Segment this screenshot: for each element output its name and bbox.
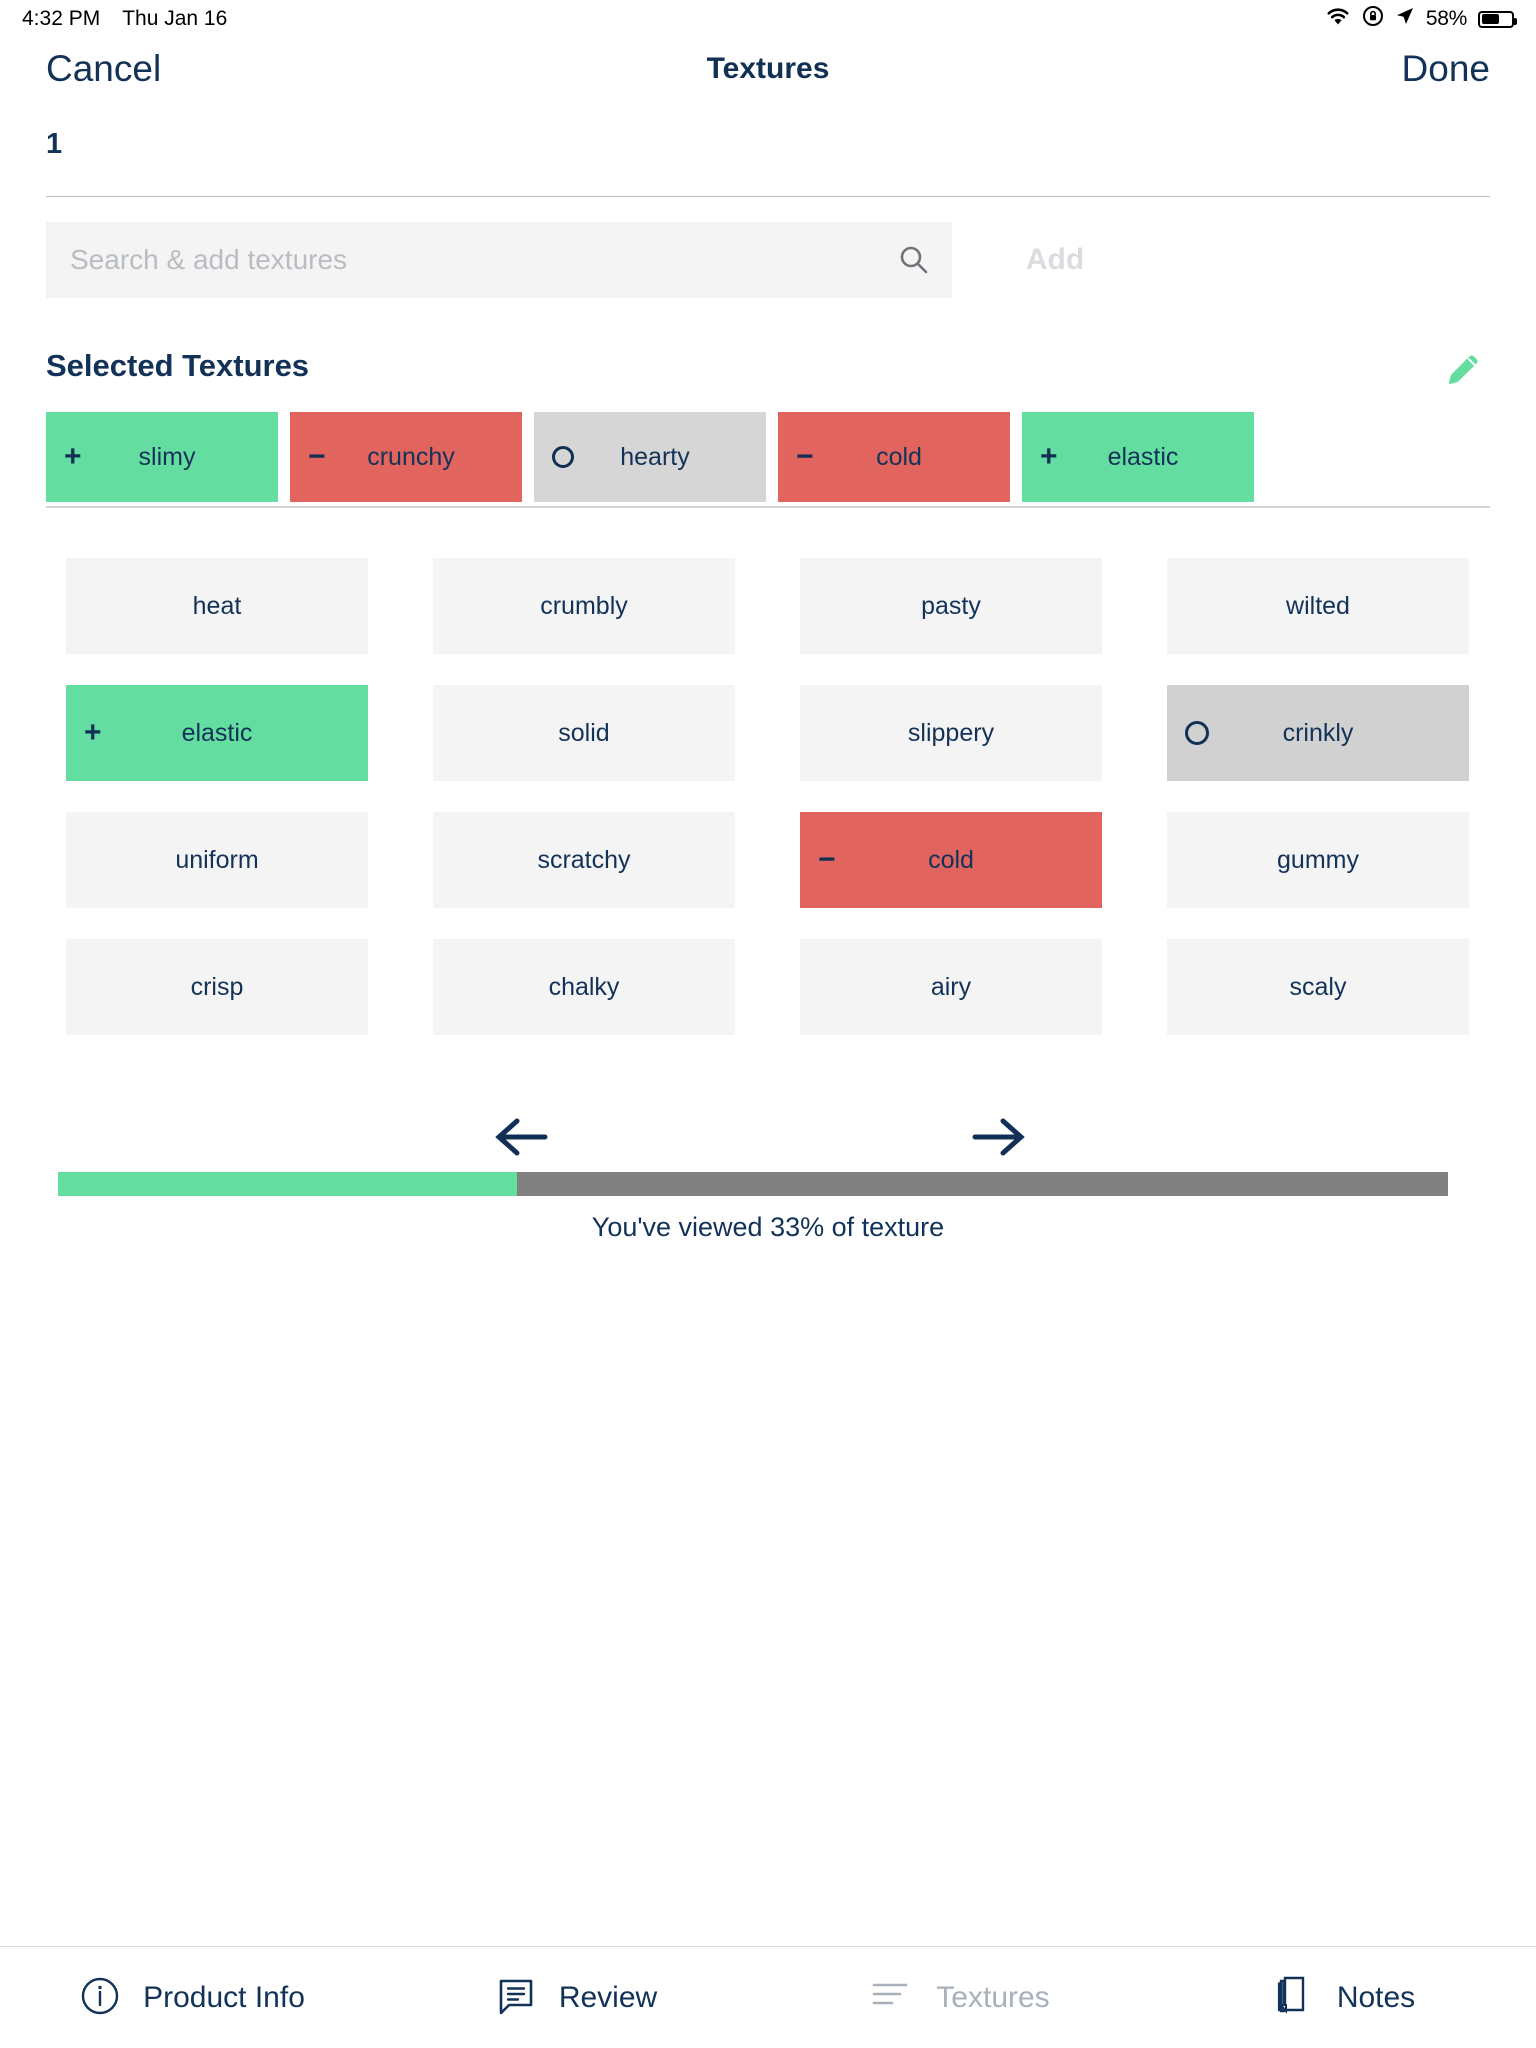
texture-cell[interactable]: uniform xyxy=(66,812,368,908)
selected-chip[interactable]: − crunchy xyxy=(290,412,522,502)
tab-label-notes: Notes xyxy=(1336,1980,1416,2014)
status-date: Thu Jan 16 xyxy=(122,7,228,30)
texture-cell[interactable]: crinkly xyxy=(1167,685,1469,781)
pagination-controls xyxy=(0,1098,1536,1178)
strip-divider xyxy=(46,506,1490,508)
texture-cell[interactable]: chalky xyxy=(433,939,735,1035)
battery-percent: 58% xyxy=(1425,7,1467,30)
texture-cell[interactable]: airy xyxy=(800,939,1102,1035)
header-divider xyxy=(46,196,1490,197)
next-page-button[interactable] xyxy=(960,1098,1040,1178)
neutral-ring-icon xyxy=(1185,721,1209,745)
arrow-right-icon xyxy=(971,1113,1029,1164)
selected-chip[interactable]: hearty xyxy=(534,412,766,502)
progress-bar-fill xyxy=(58,1172,517,1196)
selected-chip[interactable]: − cold xyxy=(778,412,1010,502)
texture-cell-label: crinkly xyxy=(1282,718,1354,747)
selected-chip[interactable]: + slimy xyxy=(46,412,278,502)
tab-product-info[interactable]: Product Info xyxy=(0,1947,384,2048)
texture-cell-label: scaly xyxy=(1289,972,1347,1001)
texture-cell-label: solid xyxy=(558,718,610,747)
texture-cell[interactable]: crisp xyxy=(66,939,368,1035)
texture-cell-label: slippery xyxy=(907,718,995,747)
progress-label: You've viewed 33% of texture xyxy=(591,1212,945,1242)
texture-cell-label: cold xyxy=(928,845,974,874)
tab-review[interactable]: Review xyxy=(384,1947,768,2048)
texture-cell[interactable]: + elastic xyxy=(66,685,368,781)
status-time: 4:32 PM xyxy=(22,7,101,30)
texture-cell[interactable]: solid xyxy=(433,685,735,781)
sign-icon: − xyxy=(308,440,326,473)
texture-cell[interactable]: scratchy xyxy=(433,812,735,908)
add-button[interactable]: Add xyxy=(990,222,1120,298)
search-input[interactable] xyxy=(70,244,890,276)
comment-lines-icon xyxy=(495,1975,537,2020)
arrow-left-icon xyxy=(491,1113,549,1164)
page-title: Textures xyxy=(706,52,830,85)
sign-icon: + xyxy=(64,440,82,473)
texture-cell[interactable]: slippery xyxy=(800,685,1102,781)
texture-cell[interactable]: wilted xyxy=(1167,558,1469,654)
status-bar: 4:32 PM Thu Jan 16 58% xyxy=(0,0,1536,38)
texture-cell-label: wilted xyxy=(1286,591,1350,620)
texture-cell-label: heat xyxy=(192,591,242,620)
neutral-ring-icon xyxy=(552,446,574,468)
battery-icon xyxy=(1478,10,1517,28)
location-arrow-icon xyxy=(1395,6,1415,32)
selected-textures-strip[interactable]: + slimy − crunchy hearty − cold + elastic xyxy=(46,412,1536,502)
edit-selected-button[interactable] xyxy=(1436,346,1490,400)
status-bar-left: 4:32 PM Thu Jan 16 xyxy=(22,7,227,31)
tab-notes[interactable]: Notes xyxy=(1152,1947,1536,2048)
notes-pages-icon xyxy=(1273,1974,1315,2021)
tab-label-review: Review xyxy=(558,1980,658,2014)
navigation-bar: Cancel Textures Done xyxy=(0,44,1536,106)
texture-cell-label: pasty xyxy=(921,591,981,620)
sign-icon: + xyxy=(84,716,102,749)
list-lines-icon xyxy=(870,1978,914,2017)
selected-chip[interactable]: + elastic xyxy=(1022,412,1254,502)
texture-cell-label: scratchy xyxy=(537,845,631,874)
bottom-tab-bar: Product Info Review Textures Notes xyxy=(0,1946,1536,2048)
tab-label-product-info: Product Info xyxy=(143,1980,305,2014)
texture-cell-label: crumbly xyxy=(540,591,628,620)
sign-icon: − xyxy=(796,440,814,473)
sign-icon: − xyxy=(818,843,836,876)
texture-cell[interactable]: heat xyxy=(66,558,368,654)
info-circle-icon xyxy=(79,1975,121,2020)
texture-cell-label: elastic xyxy=(181,718,253,747)
search-icon[interactable] xyxy=(898,244,930,281)
done-button[interactable]: Done xyxy=(1402,48,1490,90)
texture-cell[interactable]: gummy xyxy=(1167,812,1469,908)
selected-textures-heading: Selected Textures xyxy=(46,348,310,383)
texture-cell-label: crisp xyxy=(190,972,244,1001)
tab-label-textures: Textures xyxy=(936,1980,1050,2014)
texture-cell-label: uniform xyxy=(175,845,259,874)
texture-cell[interactable]: pasty xyxy=(800,558,1102,654)
texture-cell[interactable]: crumbly xyxy=(433,558,735,654)
search-field-container[interactable] xyxy=(46,222,952,298)
progress-bar-track xyxy=(58,1172,1448,1196)
selected-count-badge: 1 xyxy=(46,128,63,160)
texture-cell[interactable]: − cold xyxy=(800,812,1102,908)
wifi-icon xyxy=(1325,6,1351,32)
rotation-lock-icon xyxy=(1362,5,1384,33)
texture-cell-label: chalky xyxy=(548,972,620,1001)
status-bar-right: 58% xyxy=(1325,5,1517,33)
tab-textures[interactable]: Textures xyxy=(768,1947,1152,2048)
pencil-icon xyxy=(1440,349,1486,398)
previous-page-button[interactable] xyxy=(480,1098,560,1178)
texture-cell-label: gummy xyxy=(1277,845,1359,874)
sign-icon: + xyxy=(1040,440,1058,473)
texture-cell[interactable]: scaly xyxy=(1167,939,1469,1035)
texture-cell-label: airy xyxy=(930,972,972,1001)
texture-grid: heat crumbly pasty wilted + elastic solid slipp… xyxy=(66,558,1470,1035)
